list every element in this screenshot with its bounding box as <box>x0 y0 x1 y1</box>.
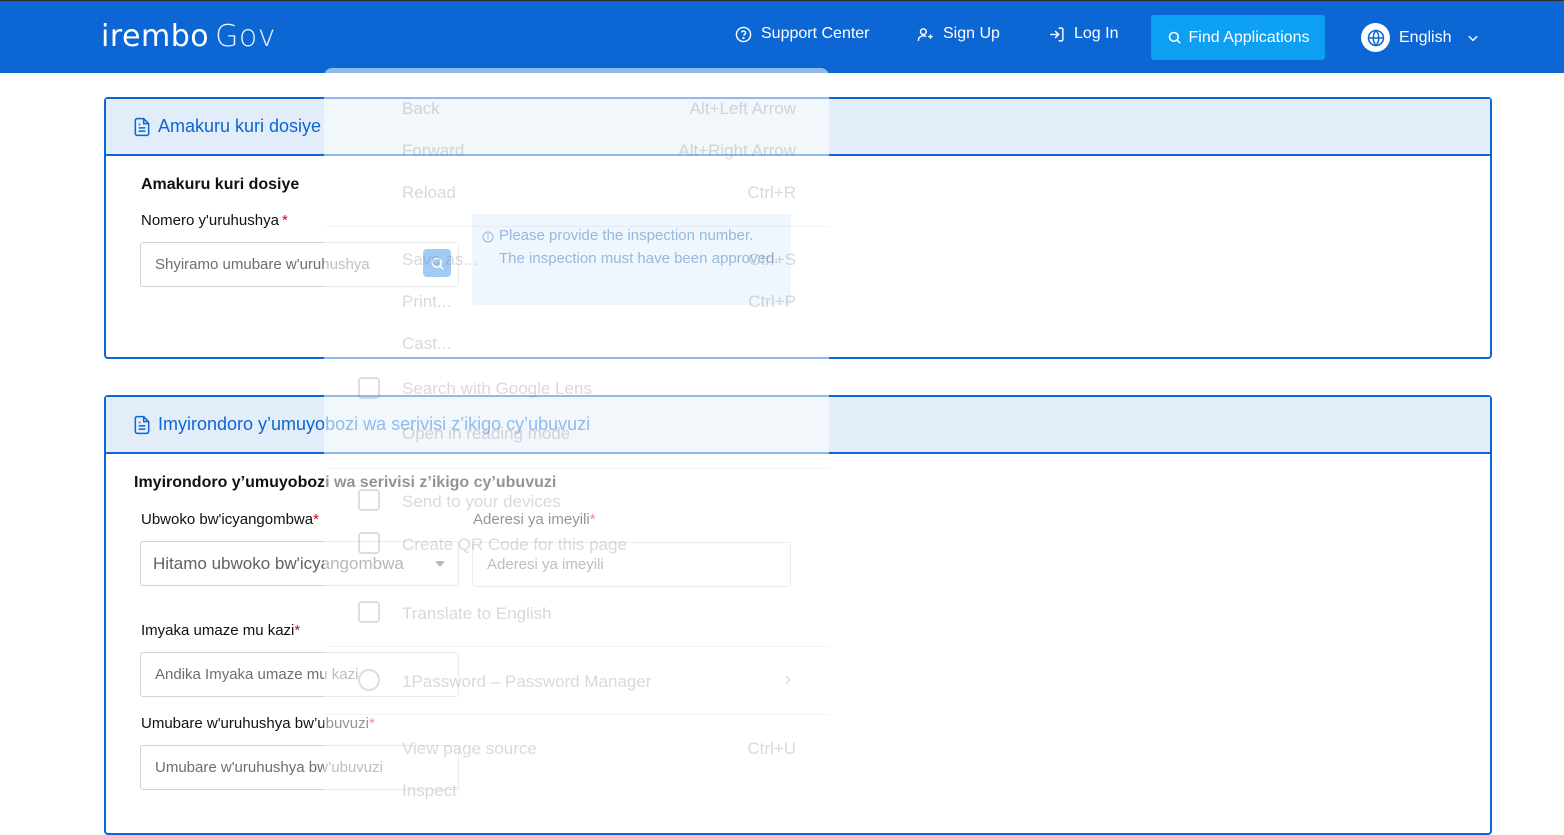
section-subtitle: Amakuru kuri dosiye <box>141 176 300 193</box>
search-icon <box>1168 31 1181 44</box>
section-header: Imyirondoro y’umuyobozi wa serivisi z’ik… <box>106 397 1490 454</box>
log-in-icon <box>1050 26 1064 42</box>
sign-up-label: Sign Up <box>943 25 1000 42</box>
search-icon <box>431 257 444 270</box>
section-title: Amakuru kuri dosiye <box>158 116 322 136</box>
support-center-label: Support Center <box>761 25 870 42</box>
irembo-gov-logo[interactable]: irembo Gov <box>101 19 276 54</box>
email-label-text: Aderesi ya imeyili <box>473 511 590 528</box>
language-label: English <box>1399 28 1452 46</box>
medical-license-label-text: Umubare w'uruhushya bw’ubuvuzi <box>141 715 369 732</box>
top-navigation-bar: irembo Gov Support Center Sign Up Log In… <box>0 0 1564 73</box>
medical-license-input[interactable]: Umubare w'uruhushya bw’ubuvuzi <box>140 745 459 790</box>
years-experience-label-text: Imyaka umaze mu kazi <box>141 622 295 639</box>
required-asterisk: * <box>313 511 319 528</box>
years-experience-input[interactable]: Andika Imyaka umaze mu kazi <box>140 652 459 697</box>
email-input[interactable]: Aderesi ya imeyili <box>472 542 791 587</box>
document-type-select[interactable]: Hitamo ubwoko bw'icyangombwa <box>140 541 459 586</box>
permit-number-label: Nomero y'uruhushya * <box>141 212 288 229</box>
log-in-label: Log In <box>1074 25 1119 42</box>
years-experience-placeholder: Andika Imyaka umaze mu kazi <box>155 666 359 683</box>
years-experience-label: Imyaka umaze mu kazi* <box>141 622 300 639</box>
section-header: Amakuru kuri dosiye <box>106 99 1490 156</box>
info-message-text: Please provide the inspection number. Th… <box>499 227 779 267</box>
find-applications-label: Find Applications <box>1188 28 1310 46</box>
user-plus-icon <box>917 27 933 41</box>
globe-icon <box>1361 23 1390 52</box>
sign-up-link[interactable]: Sign Up <box>917 25 1000 43</box>
document-type-value: Hitamo ubwoko bw'icyangombwa <box>153 553 404 573</box>
section-subtitle: Imyirondoro y’umuyobozi wa serivisi z’ik… <box>134 474 557 491</box>
language-selector[interactable]: English <box>1361 23 1480 52</box>
section-title: Imyirondoro y’umuyobozi wa serivisi z’ik… <box>158 414 591 434</box>
find-applications-button[interactable]: Find Applications <box>1151 15 1325 60</box>
email-placeholder: Aderesi ya imeyili <box>487 556 604 573</box>
document-icon <box>134 415 150 434</box>
medical-license-label: Umubare w'uruhushya bw’ubuvuzi* <box>141 715 375 732</box>
required-asterisk: * <box>281 212 288 229</box>
permit-number-input[interactable]: Shyiramo umubare w'uruhushya <box>140 242 459 287</box>
permit-number-label-text: Nomero y'uruhushya <box>141 212 279 229</box>
medical-license-placeholder: Umubare w'uruhushya bw’ubuvuzi <box>155 759 383 776</box>
logo-suffix: Gov <box>215 19 276 54</box>
inspection-info-message: Please provide the inspection number. Th… <box>472 214 791 305</box>
email-label: Aderesi ya imeyili* <box>473 511 596 528</box>
help-circle-icon <box>735 26 752 42</box>
logo-brand: irembo <box>101 19 210 54</box>
required-asterisk: * <box>294 622 301 639</box>
required-asterisk: * <box>368 715 375 732</box>
chevron-down-icon <box>1468 35 1479 41</box>
document-type-label: Ubwoko bw'icyangombwa* <box>141 511 319 528</box>
permit-number-placeholder: Shyiramo umubare w'uruhushya <box>155 256 370 273</box>
info-icon <box>482 231 494 243</box>
log-in-link[interactable]: Log In <box>1048 25 1118 43</box>
required-asterisk: * <box>589 511 596 528</box>
document-icon <box>134 117 150 136</box>
file-information-section: Amakuru kuri dosiye <box>104 97 1492 359</box>
support-center-link[interactable]: Support Center <box>735 25 870 43</box>
dropdown-caret-icon <box>435 561 445 567</box>
permit-search-button[interactable] <box>423 249 451 277</box>
document-type-label-text: Ubwoko bw'icyangombwa <box>141 511 314 528</box>
